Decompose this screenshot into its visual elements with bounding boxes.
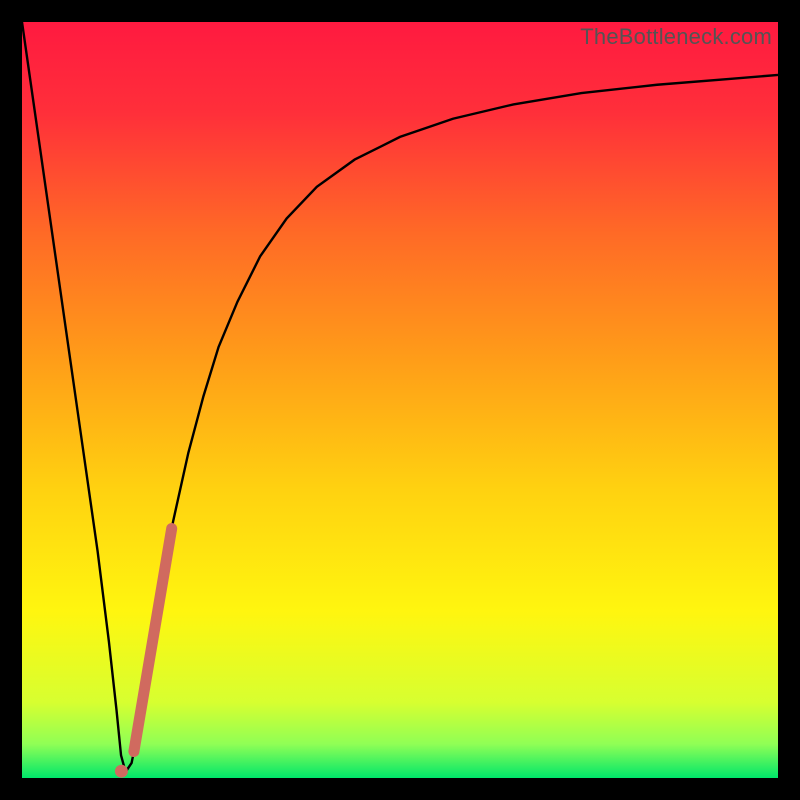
watermark-text: TheBottleneck.com xyxy=(580,24,772,50)
chart-frame: TheBottleneck.com xyxy=(0,0,800,800)
marker-min-dot xyxy=(115,765,128,778)
chart-svg xyxy=(22,22,778,778)
gradient-bg xyxy=(22,22,778,778)
plot-area: TheBottleneck.com xyxy=(22,22,778,778)
